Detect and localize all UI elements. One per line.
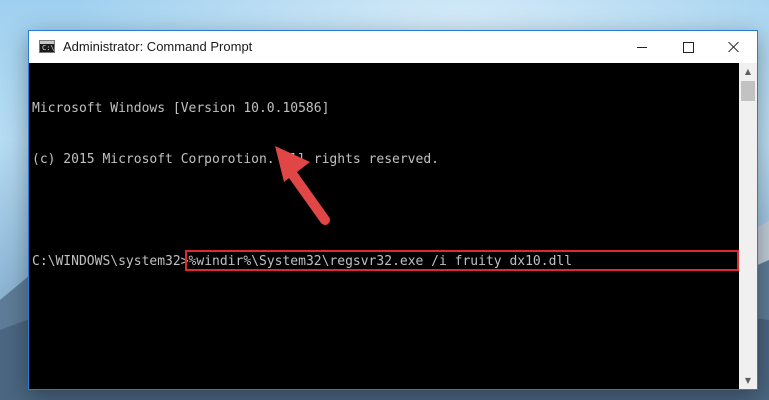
minimize-icon (637, 46, 647, 48)
console-output[interactable]: Microsoft Windows [Version 10.0.10586] (… (29, 63, 739, 389)
command-line[interactable]: C:\WINDOWS\system32>%windir%\System32\re… (32, 250, 739, 271)
pointer-arrow-icon (275, 146, 330, 225)
window-title: Administrator: Command Prompt (63, 39, 253, 54)
scroll-thumb[interactable] (741, 81, 755, 101)
chevron-down-icon: ▼ (744, 376, 752, 385)
minimize-button[interactable] (619, 31, 665, 63)
command-highlight-box (185, 250, 739, 271)
scroll-up-button[interactable]: ▲ (739, 63, 757, 80)
close-button[interactable] (711, 31, 757, 63)
maximize-icon (682, 41, 694, 53)
command-prompt-path: C:\WINDOWS\system32> (32, 254, 189, 269)
close-icon (728, 41, 740, 53)
console-line: Microsoft Windows [Version 10.0.10586] (32, 101, 330, 116)
vertical-scrollbar[interactable]: ▲ ▼ (739, 63, 757, 389)
command-prompt-window[interactable]: C:\ Administrator: Command Prompt Micros… (28, 30, 758, 390)
cmd-icon: C:\ (39, 40, 55, 53)
maximize-button[interactable] (665, 31, 711, 63)
console-line: (c) 2015 Microsoft Corporotion. All righ… (32, 152, 439, 167)
chevron-up-icon: ▲ (744, 67, 752, 76)
title-bar[interactable]: C:\ Administrator: Command Prompt (29, 31, 757, 63)
scroll-down-button[interactable]: ▼ (739, 372, 757, 389)
